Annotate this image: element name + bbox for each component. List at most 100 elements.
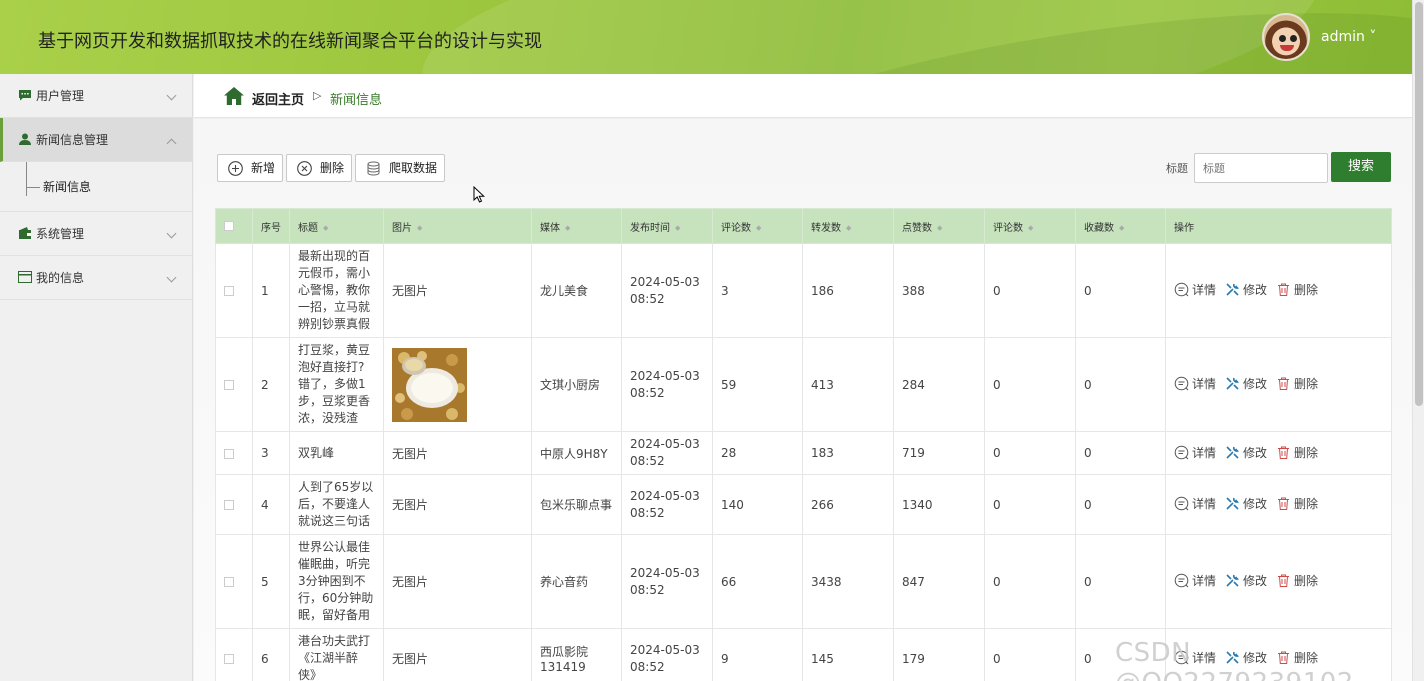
sidebar-item-system-management[interactable]: 系统管理 xyxy=(0,212,192,256)
wallet-icon xyxy=(19,227,31,239)
edit-button[interactable]: 修改 xyxy=(1225,444,1267,461)
sidebar-item-news-management[interactable]: 新闻信息管理 xyxy=(0,118,192,162)
detail-button[interactable]: 详情 xyxy=(1174,495,1216,512)
search-input[interactable] xyxy=(1194,153,1328,183)
edit-button[interactable]: 修改 xyxy=(1225,281,1267,298)
checkbox-cell xyxy=(215,474,253,535)
column-header[interactable]: 评论数 ◆ xyxy=(712,208,803,244)
row-delete-button[interactable]: 删除 xyxy=(1276,375,1318,392)
row-checkbox[interactable] xyxy=(224,500,234,510)
column-header[interactable]: 媒体 ◆ xyxy=(531,208,622,244)
column-header[interactable]: 转发数 ◆ xyxy=(802,208,894,244)
row-checkbox[interactable] xyxy=(224,577,234,587)
actions-cell: 详情 修改 删除 xyxy=(1165,243,1392,338)
home-icon[interactable] xyxy=(224,87,244,105)
page-scrollbar[interactable] xyxy=(1412,0,1424,681)
row-checkbox[interactable] xyxy=(224,380,234,390)
row-delete-button[interactable]: 删除 xyxy=(1276,444,1318,461)
sidebar-item-label: 新闻信息管理 xyxy=(36,133,109,147)
trash-icon xyxy=(1278,497,1290,510)
edit-button[interactable]: 修改 xyxy=(1225,495,1267,512)
avatar[interactable] xyxy=(1262,13,1310,61)
column-header[interactable]: 点赞数 ◆ xyxy=(893,208,985,244)
wrench-icon xyxy=(1226,377,1240,390)
comments-cell: 3 xyxy=(712,243,803,338)
media-cell: 包米乐聊点事 xyxy=(531,474,622,535)
edit-button[interactable]: 修改 xyxy=(1225,375,1267,392)
top-header: 基于网页开发和数据抓取技术的在线新闻聚合平台的设计与实现 admin ˅ xyxy=(0,0,1412,74)
detail-button[interactable]: 详情 xyxy=(1174,444,1216,461)
breadcrumb-separator: ▷ xyxy=(313,89,322,102)
index-cell: 1 xyxy=(252,243,290,338)
submenu-item-news-info[interactable]: 新闻信息 xyxy=(0,162,192,212)
row-checkbox[interactable] xyxy=(224,448,234,459)
column-label: 转发数 xyxy=(811,222,841,234)
edit-label: 修改 xyxy=(1243,574,1268,588)
chevron-down-icon xyxy=(166,90,177,101)
date-cell: 2024-05-03 08:52 xyxy=(621,628,713,681)
detail-label: 详情 xyxy=(1192,445,1217,460)
detail-button[interactable]: 详情 xyxy=(1174,281,1216,298)
crawl-data-button-label: 爬取数据 xyxy=(389,161,438,175)
add-button[interactable]: 新增 xyxy=(217,154,283,182)
search-button[interactable]: 搜索 xyxy=(1331,152,1391,182)
select-all-checkbox[interactable] xyxy=(224,220,234,231)
checkbox-cell xyxy=(215,431,253,475)
row-delete-button[interactable]: 删除 xyxy=(1276,281,1318,298)
media-cell: 养心音药 xyxy=(531,534,622,629)
row-delete-button[interactable]: 删除 xyxy=(1276,572,1318,589)
sidebar-item-label: 系统管理 xyxy=(36,227,85,241)
media-cell: 龙儿美食 xyxy=(531,243,622,338)
detail-button[interactable]: 详情 xyxy=(1174,572,1216,589)
actions-cell: 详情 修改 删除 xyxy=(1165,337,1392,432)
sort-icon[interactable]: ◆ xyxy=(1028,224,1033,232)
row-checkbox[interactable] xyxy=(224,654,234,664)
user-icon xyxy=(19,133,31,145)
row-checkbox[interactable] xyxy=(224,286,234,296)
sort-icon[interactable]: ◆ xyxy=(565,224,570,232)
column-label: 图片 xyxy=(392,222,412,234)
no-image-text: 无图片 xyxy=(392,652,429,666)
sidebar-item-my-info[interactable]: 我的信息 xyxy=(0,256,192,300)
sort-icon[interactable]: ◆ xyxy=(417,224,422,232)
sidebar-item-label: 我的信息 xyxy=(36,271,85,285)
delete-label: 删除 xyxy=(1294,283,1319,297)
date-text: 2024-05-03 xyxy=(630,368,700,383)
edit-label: 修改 xyxy=(1243,445,1268,460)
user-menu[interactable]: admin ˅ xyxy=(1321,29,1376,45)
breadcrumb-current: 新闻信息 xyxy=(330,93,383,108)
column-label: 序号 xyxy=(261,222,281,234)
breadcrumb-home-link[interactable]: 返回主页 xyxy=(252,89,304,108)
row-delete-button[interactable]: 删除 xyxy=(1276,495,1318,512)
likes-cell: 719 xyxy=(893,431,985,475)
sort-icon[interactable]: ◆ xyxy=(675,224,680,232)
detail-label: 详情 xyxy=(1192,497,1217,511)
trash-icon xyxy=(1278,446,1290,459)
sort-icon[interactable]: ◆ xyxy=(1119,224,1124,232)
search-label: 标题 xyxy=(1166,162,1188,175)
news-thumbnail[interactable] xyxy=(392,347,467,422)
crawl-data-button[interactable]: 爬取数据 xyxy=(355,154,445,182)
column-header[interactable]: 图片 ◆ xyxy=(383,208,532,244)
sort-icon[interactable]: ◆ xyxy=(937,224,942,232)
column-header[interactable]: 评论数 ◆ xyxy=(984,208,1076,244)
time-text: 08:52 xyxy=(630,385,665,400)
time-text: 08:52 xyxy=(630,582,665,597)
tree-line xyxy=(26,162,27,196)
column-header: 操作 xyxy=(1165,208,1392,244)
delete-button-label: 删除 xyxy=(320,161,345,175)
sidebar-item-user-management[interactable]: 用户管理 xyxy=(0,74,192,118)
watermark: CSDN @QQ2279239102 xyxy=(1115,638,1353,681)
column-header[interactable]: 发布时间 ◆ xyxy=(621,208,713,244)
edit-button[interactable]: 修改 xyxy=(1225,572,1267,589)
column-header[interactable]: 标题 ◆ xyxy=(289,208,384,244)
scrollbar-thumb[interactable] xyxy=(1415,2,1423,406)
date-cell: 2024-05-03 08:52 xyxy=(621,474,713,535)
sort-icon[interactable]: ◆ xyxy=(323,224,328,232)
detail-button[interactable]: 详情 xyxy=(1174,375,1216,392)
delete-button[interactable]: 删除 xyxy=(286,154,352,182)
sort-icon[interactable]: ◆ xyxy=(756,224,761,232)
comments-cell: 59 xyxy=(712,337,803,432)
sort-icon[interactable]: ◆ xyxy=(846,224,851,232)
column-header[interactable]: 收藏数 ◆ xyxy=(1075,208,1166,244)
